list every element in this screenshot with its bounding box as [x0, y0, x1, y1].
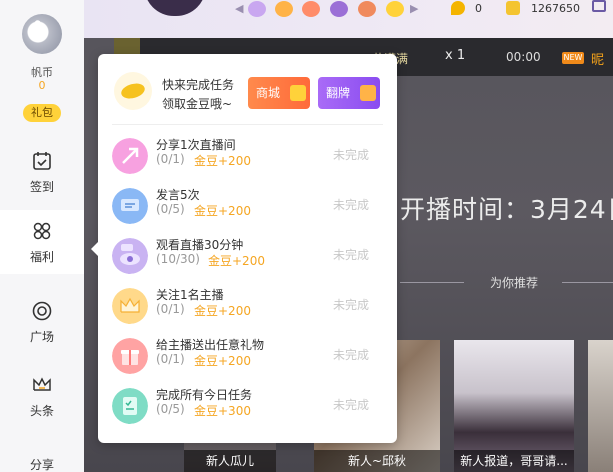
- task-progress: (0/5): [156, 402, 185, 416]
- task-progress: (10/30): [156, 252, 200, 266]
- sidebar-item-label: 福利: [29, 250, 54, 264]
- card-caption: 新人报道，哥哥请...: [454, 450, 574, 472]
- crown-badge-icon: [506, 1, 520, 15]
- sidebar: 帆币 0 礼包 签到 福利 广场 头条 分享: [0, 0, 84, 472]
- welfare-grid-icon: [33, 222, 51, 240]
- user-avatar[interactable]: [22, 14, 62, 54]
- task-name: 完成所有今日任务: [156, 388, 253, 402]
- task-reward: 金豆+200: [194, 154, 251, 168]
- sidebar-item-welfare[interactable]: 福利: [0, 210, 84, 274]
- flip-card-button[interactable]: 翻牌: [318, 77, 380, 109]
- task-popup: 快来完成任务 领取金豆哦~ 商城 翻牌 分享1次直播间 (0/1) 金豆+200…: [91, 54, 397, 443]
- badge-icon: [248, 1, 266, 17]
- task-item: 分享1次直播间 (0/1) 金豆+200 未完成: [112, 130, 383, 180]
- mall-button-label: 商城: [256, 86, 281, 100]
- task-reward: 金豆+300: [194, 404, 251, 418]
- coin-value: 0: [38, 79, 46, 92]
- task-item: 发言5次 (0/5) 金豆+200 未完成: [112, 180, 383, 230]
- checklist-icon: [112, 388, 148, 424]
- top-bar: ◀ ▶ 0 1267650: [84, 0, 613, 38]
- task-item: 关注1名主播 (0/1) 金豆+200 未完成: [112, 280, 383, 330]
- sidebar-item-share[interactable]: 分享: [0, 446, 84, 472]
- badge-icon: [358, 1, 376, 17]
- new-badge: NEW: [562, 52, 584, 64]
- card-thumbnail: [588, 340, 613, 472]
- ticker-time: 00:00: [506, 50, 541, 64]
- crown-icon: [33, 377, 51, 391]
- window-icon[interactable]: [592, 0, 606, 12]
- ticker-nickname: 昵: [591, 53, 605, 68]
- card-caption: 新人~邱秋: [314, 450, 440, 472]
- badge-icon: [386, 1, 404, 17]
- task-progress: (0/5): [156, 202, 185, 216]
- badge-icon: [330, 1, 348, 17]
- task-name: 关注1名主播: [156, 288, 224, 302]
- recommend-card[interactable]: 新人报道，哥哥请...: [454, 340, 574, 472]
- anchor-avatar[interactable]: [144, 0, 206, 16]
- sidebar-item-label: 分享: [29, 458, 54, 472]
- ticker-multiplier: x 1: [445, 48, 466, 63]
- sidebar-item-label: 头条: [29, 404, 54, 418]
- target-icon: [32, 301, 52, 321]
- badge-icon: [302, 1, 320, 17]
- share-arrow-icon: [112, 138, 148, 174]
- gift-box-icon: [290, 85, 306, 101]
- task-progress: (0/1): [156, 302, 185, 316]
- chat-bubble-icon: [112, 188, 148, 224]
- sidebar-item-checkin[interactable]: 签到: [0, 140, 84, 204]
- recommend-title: 为你推荐: [489, 276, 538, 290]
- task-status: 未完成: [332, 348, 369, 362]
- sidebar-item-headlines[interactable]: 头条: [0, 364, 84, 428]
- follow-crown-icon: [112, 288, 148, 324]
- stat-value: 0: [475, 2, 482, 15]
- task-name: 观看直播30分钟: [156, 238, 244, 252]
- sidebar-item-label: 广场: [29, 330, 54, 344]
- gift-pack-button[interactable]: 礼包: [23, 104, 61, 122]
- task-reward: 金豆+200: [208, 254, 265, 268]
- recommend-card[interactable]: [588, 340, 613, 472]
- stat-value: 1267650: [531, 2, 580, 15]
- prev-arrow-icon[interactable]: ◀: [235, 2, 243, 15]
- task-reward: 金豆+200: [194, 304, 251, 318]
- task-progress: (0/1): [156, 152, 185, 166]
- task-status: 未完成: [332, 248, 369, 262]
- badge-icon: [275, 1, 293, 17]
- task-name: 分享1次直播间: [156, 138, 236, 152]
- flip-button-label: 翻牌: [326, 86, 351, 100]
- task-status: 未完成: [332, 298, 369, 312]
- watch-eye-icon: [112, 238, 148, 274]
- task-status: 未完成: [332, 198, 369, 212]
- task-reward: 金豆+200: [194, 354, 251, 368]
- calendar-check-icon: [33, 152, 51, 170]
- task-item: 给主播送出任意礼物 (0/1) 金豆+200 未完成: [112, 330, 383, 380]
- divider: [400, 282, 464, 283]
- task-reward: 金豆+200: [194, 204, 251, 218]
- sidebar-item-label: 签到: [29, 180, 54, 194]
- task-status: 未完成: [332, 398, 369, 412]
- task-progress: (0/1): [156, 352, 185, 366]
- task-name: 给主播送出任意礼物: [156, 338, 265, 352]
- task-item: 完成所有今日任务 (0/5) 金豆+300 未完成: [112, 380, 383, 430]
- gold-bean-icon: [114, 72, 152, 110]
- open-time-text: 开播时间：3月24日: [400, 195, 613, 224]
- next-arrow-icon[interactable]: ▶: [410, 2, 418, 15]
- gift-icon: [112, 338, 148, 374]
- mall-button[interactable]: 商城: [248, 77, 310, 109]
- divider: [112, 124, 383, 125]
- task-item: 观看直播30分钟 (10/30) 金豆+200 未完成: [112, 230, 383, 280]
- popup-intro: 快来完成任务 领取金豆哦~: [162, 76, 234, 114]
- popup-intro-line2: 领取金豆哦~: [162, 97, 233, 111]
- task-name: 发言5次: [156, 188, 200, 202]
- sidebar-item-square[interactable]: 广场: [0, 290, 84, 354]
- coin-label: 帆币: [31, 66, 53, 79]
- popup-intro-line1: 快来完成任务: [162, 78, 235, 92]
- card-icon: [360, 85, 376, 101]
- card-caption: 新人瓜儿: [184, 450, 276, 472]
- flame-icon: [451, 1, 465, 15]
- divider: [562, 282, 613, 283]
- task-status: 未完成: [332, 148, 369, 162]
